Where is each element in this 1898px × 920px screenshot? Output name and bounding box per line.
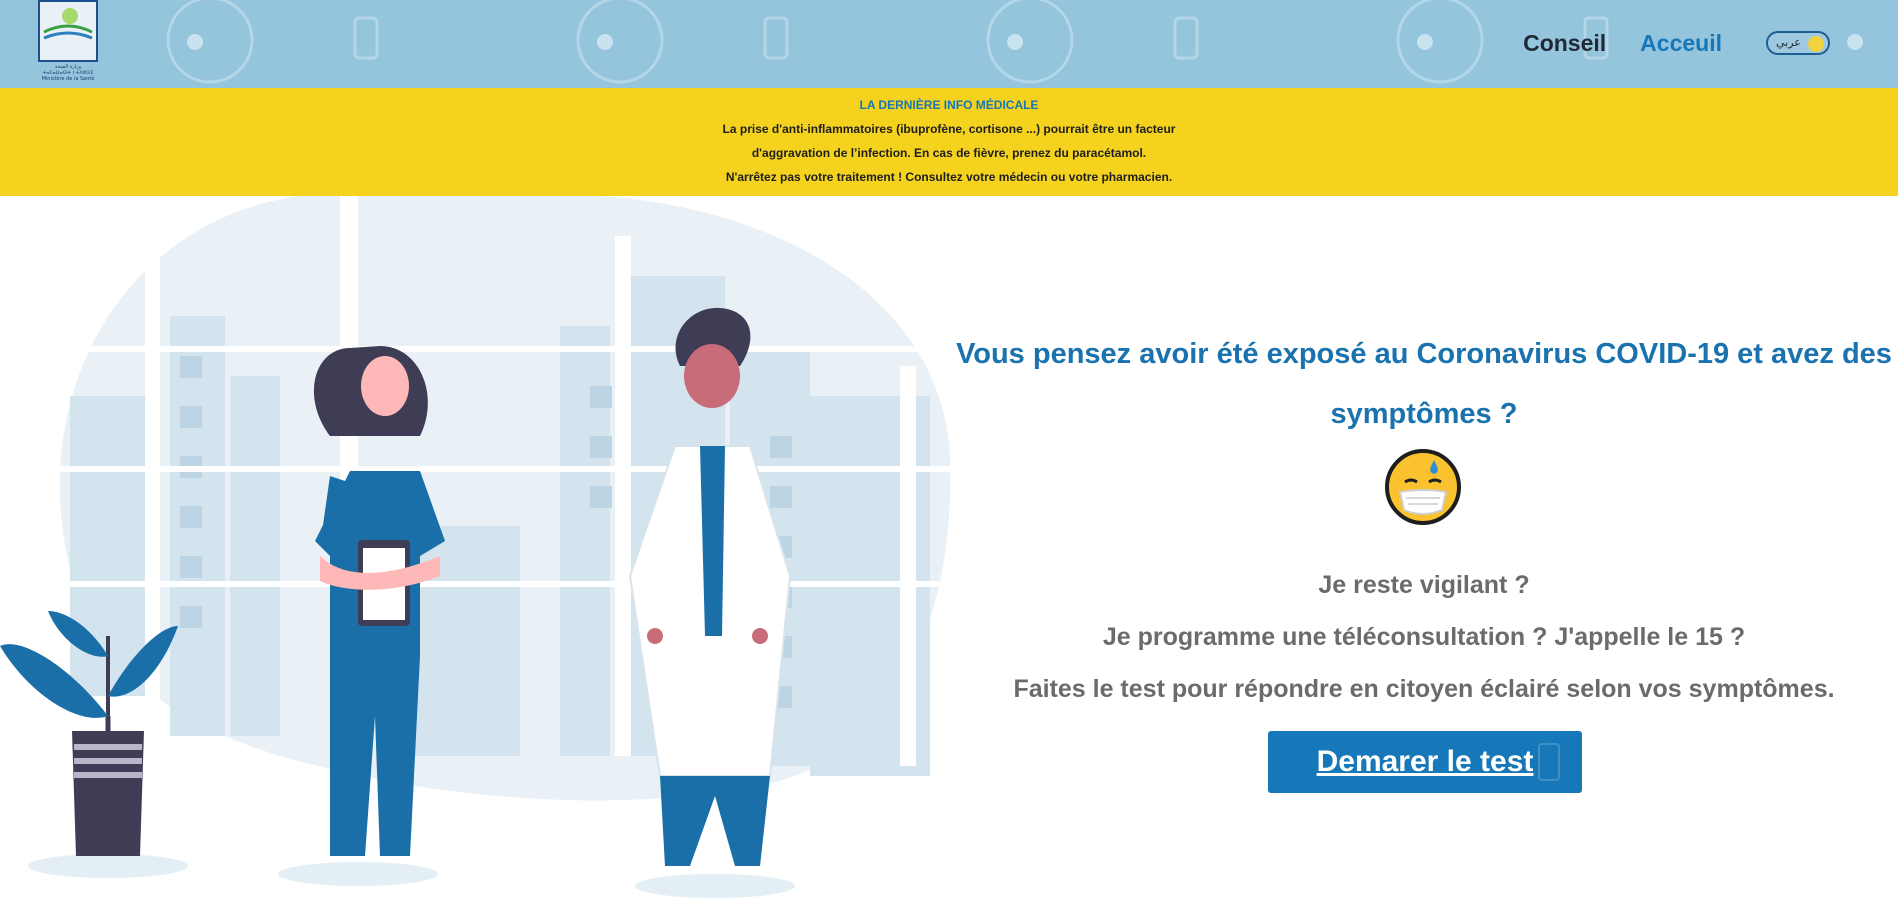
logo-caption: وزارة الصحة ⵜⴰⵎⴰⵡⴰⵙⵜ ⵏ ⵜⴷⵓⵙⵉ Ministère d… xyxy=(41,64,95,82)
banner-text-line: N'arrêtez pas votre traitement ! Consult… xyxy=(725,170,1173,184)
banner-text-line: La prise d'anti-inflammatoires (ibuprofè… xyxy=(722,122,1176,136)
face-mask-emoji-icon xyxy=(1385,449,1461,525)
toggle-knob-icon xyxy=(1808,36,1824,52)
nav-link-accueil[interactable]: Acceuil xyxy=(1640,30,1722,57)
start-test-button[interactable]: Demarer le test xyxy=(1268,731,1582,793)
banner-text-line: d'aggravation de l’infection. En cas de … xyxy=(751,146,1147,160)
hero-title-line: symptômes ? xyxy=(1330,398,1518,430)
main-nav: Conseil Acceuil عربي xyxy=(1523,28,1830,58)
medical-info-banner: LA DERNIÈRE INFO MÉDICALE La prise d'ant… xyxy=(0,88,1898,196)
nav-link-conseil[interactable]: Conseil xyxy=(1523,30,1606,57)
language-toggle-label: عربي xyxy=(1776,36,1801,49)
hero-title: Vous pensez avoir été exposé au Coronavi… xyxy=(950,324,1898,444)
hero-title-line: Vous pensez avoir été exposé au Coronavi… xyxy=(956,338,1892,370)
top-header: وزارة الصحة ⵜⴰⵎⴰⵡⴰⵙⵜ ⵏ ⵜⴷⵓⵙⵉ Ministère d… xyxy=(0,0,1898,88)
hero-section: Vous pensez avoir été exposé au Coronavi… xyxy=(950,196,1898,920)
button-decoration xyxy=(1538,743,1560,781)
logo-emblem xyxy=(38,0,98,62)
hero-subtitle-line: Faites le test pour répondre en citoyen … xyxy=(1013,675,1835,703)
doctors-illustration xyxy=(0,196,951,898)
start-test-button-label: Demarer le test xyxy=(1316,745,1534,778)
hero-subtitle-line: Je programme une téléconsultation ? J'ap… xyxy=(1102,623,1746,651)
hero-subtitle-line: Je reste vigilant ? xyxy=(1318,571,1530,599)
banner-title: LA DERNIÈRE INFO MÉDICALE xyxy=(859,98,1039,112)
language-toggle[interactable]: عربي xyxy=(1766,31,1830,55)
ministry-logo[interactable]: وزارة الصحة ⵜⴰⵎⴰⵡⴰⵙⵜ ⵏ ⵜⴷⵓⵙⵉ Ministère d… xyxy=(34,0,102,86)
